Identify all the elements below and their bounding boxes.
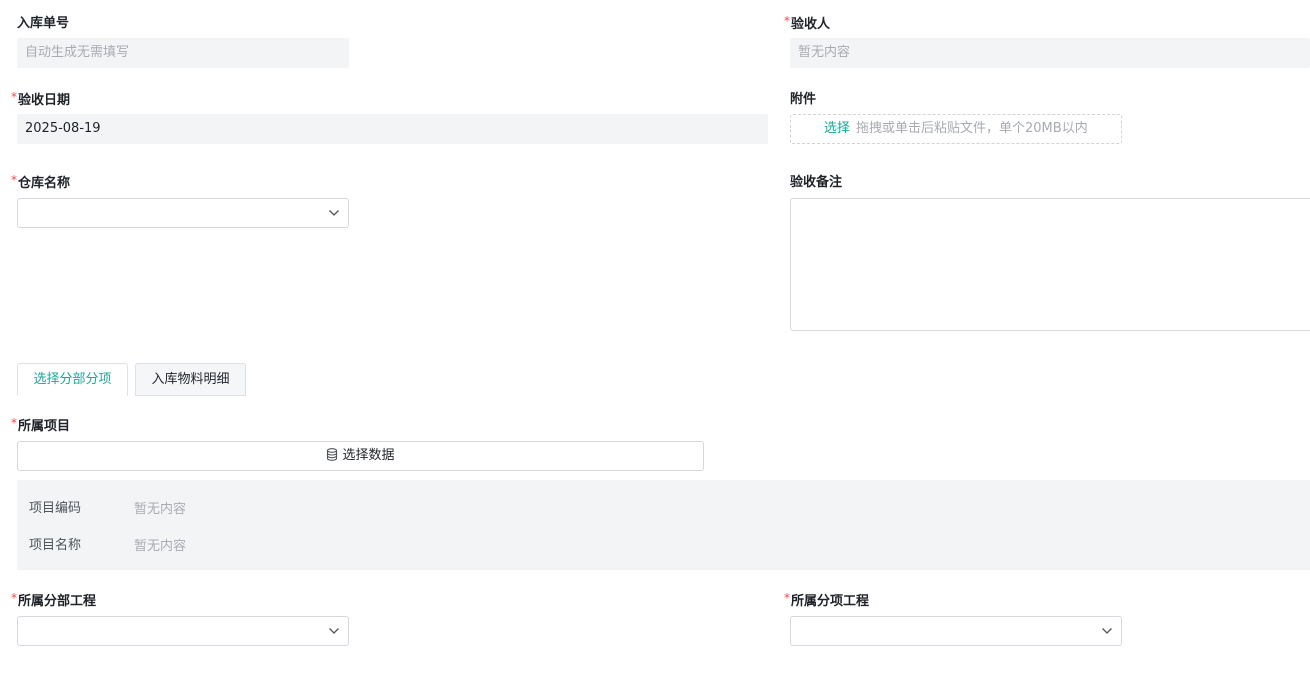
remark-label: 验收备注 [790, 175, 843, 190]
sub-item-label: *所属分项工程 [784, 591, 870, 609]
database-icon [327, 448, 338, 461]
inspection-date-field[interactable]: 2025-08-19 [17, 114, 768, 144]
inspection-date-value: 2025-08-19 [25, 121, 101, 136]
required-mark: * [11, 90, 17, 104]
project-info-panel [17, 480, 1310, 570]
attachment-label: 附件 [790, 92, 817, 107]
attachment-select-link[interactable]: 选择 [824, 121, 850, 136]
required-mark: * [784, 591, 790, 605]
attachment-upload-area[interactable]: 选择 拖拽或单击后粘贴文件，单个20MB以内 [790, 114, 1122, 144]
sub-item-select[interactable] [790, 616, 1122, 646]
inspector-field[interactable]: 暂无内容 [790, 38, 1310, 68]
project-code-value: 暂无内容 [134, 502, 187, 517]
required-mark: * [11, 591, 17, 605]
chevron-down-icon [329, 628, 339, 634]
select-data-button-label: 选择数据 [342, 448, 395, 463]
project-label: *所属项目 [11, 416, 71, 434]
warehouse-label: *仓库名称 [11, 173, 71, 191]
inbound-no-placeholder: 自动生成无需填写 [25, 45, 130, 60]
remark-textarea[interactable] [790, 198, 1310, 331]
chevron-down-icon [1102, 628, 1112, 634]
sub-division-label: *所属分部工程 [11, 591, 97, 609]
project-name-value: 暂无内容 [134, 539, 187, 554]
tab-select-subdivision[interactable]: 选择分部分项 [17, 363, 128, 396]
inspector-label: *验收人 [784, 14, 831, 32]
inspection-date-label: *验收日期 [11, 90, 71, 108]
inbound-form: 入库单号 自动生成无需填写 *验收人 暂无内容 *验收日期 2025-08-19… [0, 0, 1310, 677]
inbound-no-field[interactable]: 自动生成无需填写 [17, 38, 349, 68]
chevron-down-icon [329, 210, 339, 216]
sub-division-select[interactable] [17, 616, 349, 646]
warehouse-select[interactable] [17, 198, 349, 228]
required-mark: * [11, 173, 17, 187]
tab-inbound-material-detail[interactable]: 入库物料明细 [135, 363, 246, 396]
inbound-no-label: 入库单号 [17, 16, 70, 31]
required-mark: * [11, 416, 17, 430]
project-code-key: 项目编码 [29, 501, 82, 516]
select-data-button[interactable]: 选择数据 [17, 441, 704, 471]
attachment-hint: 拖拽或单击后粘贴文件，单个20MB以内 [856, 121, 1088, 136]
required-mark: * [784, 14, 790, 28]
inspector-placeholder: 暂无内容 [798, 45, 851, 60]
project-name-key: 项目名称 [29, 538, 82, 553]
